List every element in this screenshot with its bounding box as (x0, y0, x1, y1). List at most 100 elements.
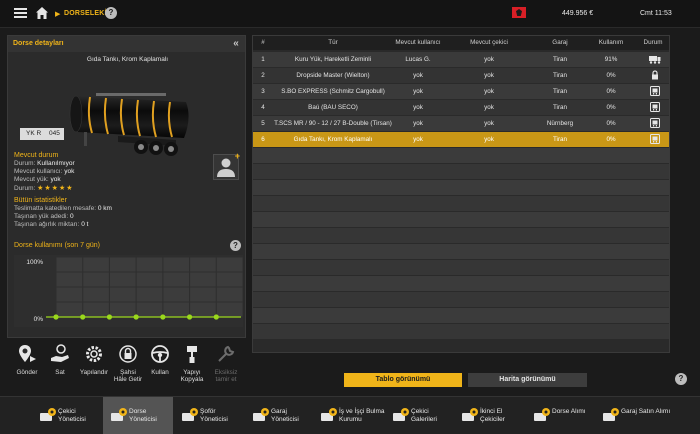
user-label: Mevcut kullanıcı: (14, 168, 63, 176)
stats-list: Teslimatta katedilen mesafe: 0 km Taşına… (14, 205, 112, 230)
cell-usage: 0% (606, 120, 616, 127)
cell-garage: Tiran (552, 56, 568, 63)
trailer-parked-icon (650, 134, 660, 144)
nav-item[interactable]: Garaj Satın Alımı (595, 397, 675, 434)
nav-item[interactable]: Dorse Yöneticisi (103, 397, 173, 434)
table-row[interactable]: 5 T.SCS MR / 90 - 12 / 27 B-Double (Tirsa… (253, 116, 669, 131)
garage-gear-icon (253, 408, 269, 421)
collapse-icon[interactable]: « (230, 38, 242, 50)
nav-label: Çekici Galerileri (411, 408, 438, 423)
sell-button[interactable]: Sat (45, 343, 75, 376)
chart-grid-cell (216, 272, 243, 287)
column-header-truck[interactable]: Mevcut çekici (459, 39, 519, 46)
nav-label: Çekici Yöneticisi (58, 408, 86, 423)
trailer-table: # Tür Mevcut kullanıcı Mevcut çekici Gar… (252, 35, 670, 353)
chart-grid-cell (83, 287, 109, 302)
column-header-usage[interactable]: Kullanım (591, 39, 631, 46)
column-header-user[interactable]: Mevcut kullanıcı (388, 39, 448, 46)
table-header: # Tür Mevcut kullanıcı Mevcut çekici Gar… (253, 36, 669, 50)
configure-button[interactable]: Yapılandır (79, 343, 109, 376)
table-row[interactable]: 2 Dropside Master (Wielton) yok yok Tiran 0% (253, 68, 669, 83)
chart-grid-cell (136, 287, 163, 302)
usage-data-point (106, 314, 113, 320)
empty-row (253, 276, 669, 291)
usage-chart-title: Dorse kullanımı (son 7 gün) (14, 242, 100, 249)
map-view-button[interactable]: Harita görünümü (468, 373, 587, 387)
nav-label: İkinci El Çekiciler (480, 408, 505, 423)
condition-stars: ★★★★★ (37, 184, 74, 192)
nav-label: Garaj Yöneticisi (271, 408, 299, 423)
column-header-status[interactable]: Durum (638, 39, 668, 46)
usage-data-point (160, 314, 166, 320)
empty-row (253, 180, 669, 195)
distance-value: 0 km (97, 205, 112, 212)
chart-grid-cell (56, 272, 83, 287)
cell-type: T.SCS MR / 90 - 12 / 27 B-Double (Tirsan… (274, 120, 392, 127)
repair-button[interactable]: Eksiksiz tamir et (211, 343, 241, 383)
assign-driver-button[interactable]: + (213, 151, 240, 180)
chart-grid-cell (163, 272, 190, 287)
plus-icon: + (234, 151, 240, 161)
send-button[interactable]: Gönder (12, 343, 42, 376)
table-row[interactable]: 4 Baú (BAU SECO) yok yok Tiran 0% (253, 100, 669, 115)
column-header-type[interactable]: Tür (273, 39, 393, 46)
chart-grid-cell (83, 257, 109, 272)
chart-grid-cell (83, 302, 109, 317)
nav-label: Dorse Yöneticisi (129, 408, 157, 423)
chart-grid-cell (109, 257, 136, 272)
menu-icon[interactable] (14, 8, 27, 18)
trailer-parked-icon (650, 118, 660, 128)
usage-help-icon[interactable]: ? (230, 240, 241, 251)
trailer-buy-icon (534, 408, 550, 421)
use-label: Kullan (151, 369, 169, 376)
nav-item[interactable]: Şoför Yöneticisi (174, 397, 244, 434)
status-label: Durum: (14, 160, 36, 167)
distance-label: Teslimatta katedilen mesafe: (14, 205, 97, 212)
garage-buy-icon (603, 408, 619, 421)
nav-item[interactable]: Çekici Galerileri (385, 397, 454, 434)
status-row: Durum: Kullanılmıyor (14, 160, 75, 168)
make-personal-button[interactable]: Şahsi Hâle Getir (113, 343, 143, 383)
use-button[interactable]: Kullan (145, 343, 175, 376)
nav-item[interactable]: Dorse Alımı (526, 397, 595, 434)
trailer-details-panel: Dorse detayları « Gıda Tankı, Krom Kapla… (7, 35, 246, 338)
cell-truck: yok (484, 104, 494, 111)
deliveries-label: Taşınan yük adedi: (14, 213, 69, 221)
table-view-button[interactable]: Tablo görünümü (344, 373, 462, 387)
chart-grid-cell (163, 257, 190, 272)
deliveries-value: 0 (70, 213, 74, 221)
send-label: Gönder (16, 369, 38, 376)
trailer-image (69, 93, 189, 156)
nav-item[interactable]: İş ve İşçi Bulma Kurumu (313, 397, 385, 434)
status-row: Mevcut yük: yok (14, 176, 75, 184)
chart-grid-cell (163, 287, 190, 302)
chart-grid-cell (136, 302, 163, 317)
trailer-actions: Gönder Sat Yapılandır Şahsi Hâle Getir K… (9, 343, 247, 388)
column-header-index[interactable]: # (258, 39, 268, 46)
nav-item[interactable]: İkinci El Çekiciler (454, 397, 526, 434)
help-icon[interactable]: ? (105, 7, 117, 19)
chart-grid-cell (83, 272, 109, 287)
chart-grid-cell (56, 287, 83, 302)
status-row: Mevcut kullanıcı: yok (14, 168, 75, 176)
chart-grid-cell (190, 287, 216, 302)
nav-item[interactable]: Çekici Yöneticisi (32, 397, 102, 434)
column-header-garage[interactable]: Garaj (540, 39, 580, 46)
copy-paint-button[interactable]: Yapıyı Kopyala (177, 343, 207, 383)
help-icon[interactable]: ? (675, 373, 687, 385)
cell-usage: 0% (606, 88, 616, 95)
license-plate: YK R 045 (20, 128, 64, 140)
table-row[interactable]: 1 Kuru Yük, Hareketli Zeminli Lucas G. yok T… (253, 52, 669, 67)
game-time: Cmt 11:53 (640, 10, 672, 17)
chart-grid-cell (190, 257, 216, 272)
hand-coin-icon (51, 344, 69, 362)
truck-dealer-icon (393, 408, 409, 421)
chart-grid-cell (109, 287, 136, 302)
home-icon[interactable] (35, 6, 49, 20)
nav-item[interactable]: Garaj Yöneticisi (245, 397, 313, 434)
lock-steering-icon (119, 345, 137, 363)
table-row[interactable]: 6 Gıda Tankı, Krom Kaplamalı yok yok Tiran 0% (253, 132, 669, 147)
usage-data-point (80, 314, 86, 320)
table-row[interactable]: 3 S.BO EXPRESS (Schmitz Cargobull) yok yok T… (253, 84, 669, 99)
nav-label: İş ve İşçi Bulma Kurumu (339, 408, 385, 423)
